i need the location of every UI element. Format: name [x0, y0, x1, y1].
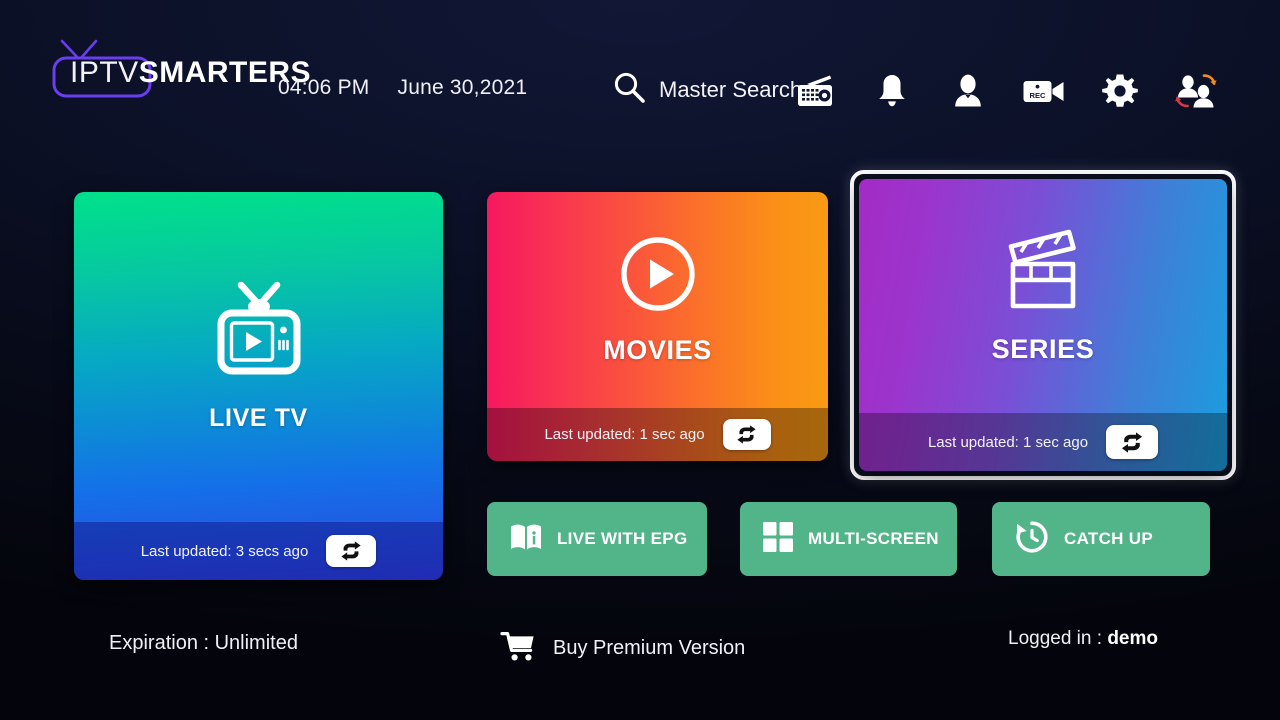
- svg-text:REC: REC: [1029, 91, 1046, 100]
- series-last-updated: Last updated: 1 sec ago: [927, 433, 1089, 451]
- quick-action-live-with-epg-label: LIVE WITH EPG: [557, 529, 688, 549]
- clock-date: 04:06 PM June 30,2021: [278, 76, 527, 100]
- tile-movies-body: MOVIES: [487, 192, 828, 408]
- play-circle-icon: [619, 235, 697, 318]
- quick-action-live-with-epg[interactable]: LIVE WITH EPG: [487, 502, 707, 576]
- clock-rewind-icon: [1014, 519, 1050, 560]
- switch-user-icon[interactable]: [1174, 66, 1218, 116]
- rec-camera-icon[interactable]: REC: [1022, 66, 1066, 116]
- logged-in-label: Logged in :: [1008, 628, 1108, 649]
- brand-name-light: IPTV: [70, 56, 139, 89]
- current-date: June 30,2021: [397, 76, 528, 99]
- tile-movies-title: MOVIES: [603, 334, 712, 365]
- bell-icon[interactable]: [870, 66, 914, 116]
- app-header: IPTVSMARTERS 04:06 PM June 30,2021 Maste…: [0, 0, 1280, 150]
- quick-action-row: LIVE WITH EPG MULTI-SCREEN CATCH UP: [487, 502, 1217, 576]
- logged-in-status: Logged in : demo: [1008, 628, 1158, 650]
- buy-premium-button[interactable]: Buy Premium Version: [500, 630, 745, 667]
- logged-in-username: demo: [1107, 628, 1158, 649]
- header-icon-row: REC: [794, 66, 1218, 116]
- gear-icon[interactable]: [1098, 66, 1142, 116]
- quick-action-multi-screen-label: MULTI-SCREEN: [808, 529, 939, 549]
- tile-live-tv-title: LIVE TV: [209, 404, 308, 432]
- movies-refresh-button[interactable]: [722, 419, 771, 450]
- live-tv-last-updated: Last updated: 3 secs ago: [140, 542, 309, 560]
- tile-movies[interactable]: MOVIES Last updated: 1 sec ago: [487, 192, 828, 461]
- tile-series-footer: Last updated: 1 sec ago: [859, 413, 1227, 471]
- tile-live-tv-footer: Last updated: 3 secs ago: [74, 522, 443, 580]
- live-tv-refresh-button[interactable]: [326, 535, 377, 567]
- clapperboard-icon: [999, 228, 1087, 315]
- app-footer: Expiration : Unlimited Buy Premium Versi…: [0, 602, 1280, 720]
- series-refresh-button[interactable]: [1106, 425, 1159, 459]
- main-tile-area: LIVE TV Last updated: 3 secs ago MOVIES …: [0, 150, 1280, 600]
- tile-series[interactable]: SERIES Last updated: 1 sec ago: [859, 179, 1227, 471]
- retro-tv-play-icon: [210, 281, 308, 382]
- movies-last-updated: Last updated: 1 sec ago: [544, 426, 705, 443]
- quick-action-catch-up-label: CATCH UP: [1064, 529, 1153, 549]
- tile-movies-footer: Last updated: 1 sec ago: [487, 408, 828, 461]
- expiration-status: Expiration : Unlimited: [109, 632, 298, 654]
- tile-live-tv-body: LIVE TV: [74, 192, 443, 522]
- search-icon: [612, 70, 646, 109]
- master-search-label: Master Search: [659, 76, 803, 102]
- grid-four-icon: [762, 521, 794, 558]
- person-icon[interactable]: [946, 66, 990, 116]
- master-search-button[interactable]: Master Search: [612, 70, 802, 109]
- tile-series-title: SERIES: [991, 333, 1095, 364]
- radio-icon[interactable]: [794, 66, 838, 116]
- book-info-icon: [509, 522, 543, 557]
- tile-series-focus-ring: SERIES Last updated: 1 sec ago: [850, 170, 1236, 480]
- tile-live-tv[interactable]: LIVE TV Last updated: 3 secs ago: [74, 192, 443, 580]
- quick-action-catch-up[interactable]: CATCH UP: [992, 502, 1210, 576]
- tile-series-body: SERIES: [859, 179, 1227, 413]
- current-time: 04:06 PM: [278, 76, 370, 99]
- brand-logo: IPTVSMARTERS: [48, 36, 311, 98]
- buy-premium-label: Buy Premium Version: [553, 637, 746, 659]
- quick-action-multi-screen[interactable]: MULTI-SCREEN: [740, 502, 957, 576]
- shopping-cart-icon: [500, 630, 538, 667]
